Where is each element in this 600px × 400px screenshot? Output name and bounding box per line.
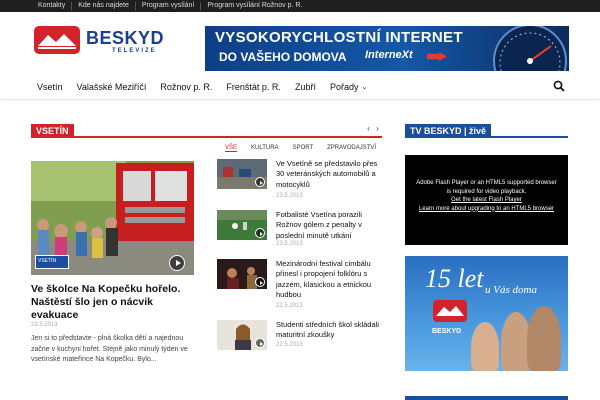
logo-mark-icon: [34, 26, 80, 54]
promo-person-image: [527, 306, 561, 371]
main-article-date: 23.5.2013: [31, 322, 58, 328]
next-page-button[interactable]: ›: [373, 124, 382, 133]
live-video-player[interactable]: Adobe Flash Player or an HTML5 supported…: [405, 155, 568, 245]
play-icon[interactable]: [255, 177, 265, 187]
article-title[interactable]: Fotbalisté Vsetína porazili Rožnov gólem…: [276, 210, 386, 241]
article-date: 23.5.2013: [276, 193, 303, 199]
play-icon[interactable]: [255, 228, 265, 238]
play-icon[interactable]: [255, 277, 265, 287]
chevron-down-icon: ⌄: [361, 84, 368, 91]
list-item[interactable]: Ve Vsetíně se představilo přes 30 veterá…: [217, 159, 387, 209]
article-thumbnail[interactable]: [217, 259, 267, 289]
top-link-kde-nas-najdete[interactable]: Kde nás najdete: [72, 0, 135, 12]
article-title[interactable]: Ve Vsetíně se představilo přes 30 veterá…: [276, 159, 386, 190]
sidebar-divider: [405, 396, 568, 400]
channel-badge-label: VSETÍN: [38, 258, 57, 264]
play-icon[interactable]: [255, 338, 265, 348]
site-logo[interactable]: BESKYD TELEVIZE: [34, 26, 184, 58]
top-link-program-roznov[interactable]: Program vysílání Rožnov p. R.: [201, 0, 308, 12]
list-item[interactable]: Studenti středních škol skládali maturit…: [217, 320, 387, 370]
banner-headline: VYSOKORYCHLOSTNÍ INTERNET: [215, 29, 463, 46]
article-thumbnail[interactable]: [217, 159, 267, 189]
channel-badge: VSETÍN: [35, 255, 69, 269]
nav-item-frenstat[interactable]: Frenštát p. R.: [219, 82, 288, 92]
upgrade-browser-link[interactable]: Learn more about upgrading to an HTML5 b…: [405, 205, 568, 214]
section-title[interactable]: VSETÍN: [31, 124, 74, 138]
category-tab-sport[interactable]: SPORT: [293, 145, 314, 152]
promo-headline: 15 let: [425, 264, 484, 293]
section-pager: ‹ ›: [364, 124, 382, 133]
promo-person-image: [471, 322, 499, 371]
category-tab-zpravodajstvi[interactable]: ZPRAVODAJSTVÍ: [327, 145, 376, 152]
internet-banner-ad[interactable]: VYSOKORYCHLOSTNÍ INTERNET DO VAŠEHO DOMO…: [205, 26, 569, 71]
article-title[interactable]: Studenti středních škol skládali maturit…: [276, 320, 386, 341]
flash-notice-line2: is required for video playback.: [446, 188, 527, 195]
top-link-program-vysilani[interactable]: Program vysílání: [136, 0, 201, 12]
top-link-kontakty[interactable]: Kontakty: [32, 0, 71, 12]
main-navigation: Vsetín Valašské Meziříčí Rožnov p. R. Fr…: [0, 74, 600, 100]
list-item[interactable]: Fotbalisté Vsetína porazili Rožnov gólem…: [217, 210, 387, 260]
category-filter: VŠE KULTURA SPORT ZPRAVODAJSTVÍ: [225, 145, 390, 152]
banner-brand: InterneXt: [365, 49, 413, 61]
top-links: Kontakty Kde nás najdete Program vysílán…: [32, 0, 308, 12]
list-item[interactable]: Mezinárodní festival cimbálu přinesl i p…: [217, 259, 387, 319]
nav-item-porady-label: Pořady: [329, 82, 359, 92]
main-article-excerpt: Jen si to představte - plná školka dětí …: [31, 335, 188, 363]
article-title[interactable]: Mezinárodní festival cimbálu přinesl i p…: [276, 259, 386, 300]
nav-item-roznov[interactable]: Rožnov p. R.: [153, 82, 219, 92]
main-article-image[interactable]: VSETÍN: [31, 161, 194, 275]
section-header-vsetin: VSETÍN ‹ ›: [31, 124, 382, 138]
get-flash-link[interactable]: Get the latest Flash Player: [405, 196, 568, 205]
logo-subtitle: TELEVIZE: [112, 48, 157, 54]
nav-item-porady[interactable]: Pořady ⌄: [323, 82, 374, 92]
site-header: BESKYD TELEVIZE VYSOKORYCHLOSTNÍ INTERNE…: [0, 12, 600, 74]
category-tab-kultura[interactable]: KULTURA: [251, 145, 279, 152]
top-bar: Kontakty Kde nás najdete Program vysílán…: [0, 0, 600, 12]
article-date: 22.5.2013: [276, 342, 303, 348]
flash-notice-line1: Adobe Flash Player or an HTML5 supported…: [416, 180, 557, 186]
banner-arrow-icon: [427, 52, 447, 61]
nav-item-zubri[interactable]: Zubří: [288, 82, 323, 92]
promo-subheadline: u Vás doma: [485, 284, 537, 296]
nav-item-valasske-mezirici[interactable]: Valašské Meziříčí: [70, 82, 154, 92]
banner-subline: DO VAŠEHO DOMOVA: [219, 50, 347, 64]
search-icon[interactable]: [553, 80, 565, 92]
category-tab-vse[interactable]: VŠE: [225, 145, 238, 152]
nav-item-vsetin[interactable]: Vsetín: [30, 82, 70, 92]
live-tv-header: TV BESKYD | živě: [405, 124, 568, 138]
prev-page-button[interactable]: ‹: [364, 124, 373, 133]
article-date: 23.5.2013: [276, 241, 303, 247]
anniversary-promo-banner[interactable]: 15 let u Vás doma BESKYD: [405, 256, 568, 371]
live-tv-title[interactable]: TV BESKYD | živě: [405, 124, 492, 138]
article-date: 22.5.2013: [276, 303, 303, 309]
promo-brand: BESKYD: [432, 328, 462, 335]
beskyd-logo-icon: [433, 300, 467, 322]
speedometer-icon: [493, 26, 567, 71]
play-icon[interactable]: [169, 255, 185, 271]
article-thumbnail[interactable]: [217, 320, 267, 350]
article-thumbnail[interactable]: [217, 210, 267, 240]
main-article-title[interactable]: Ve školce Na Kopečku hořelo. Naštěstí šl…: [31, 283, 201, 322]
logo-name: BESKYD: [86, 28, 165, 48]
